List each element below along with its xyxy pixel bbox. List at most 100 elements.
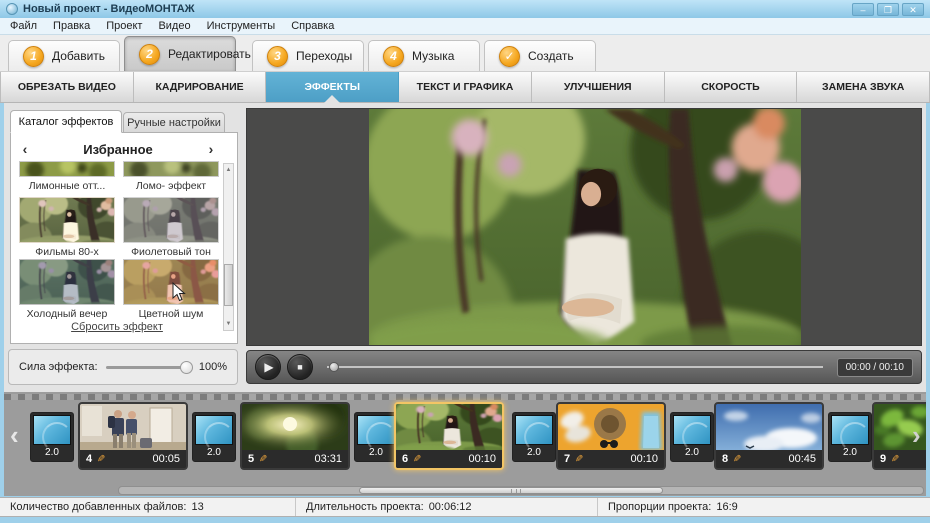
transition-thumb xyxy=(357,415,396,452)
menu-project[interactable]: Проект xyxy=(106,20,142,32)
edit-pencil-icon[interactable]: ✎ xyxy=(259,454,267,465)
step-label-create: Создать xyxy=(528,49,574,63)
step-label-transitions: Переходы xyxy=(296,49,353,63)
edit-subtabs: ОБРЕЗАТЬ ВИДЕО КАДРИРОВАНИЕ ЭФФЕКТЫ ТЕКС… xyxy=(0,72,930,103)
step-badge-3: 3 xyxy=(267,45,288,67)
active-tab-notch xyxy=(324,95,341,103)
step-tab-music[interactable]: 4 Музыка xyxy=(368,40,480,71)
tab-speed[interactable]: СКОРОСТЬ xyxy=(665,72,798,102)
maximize-button[interactable]: ❐ xyxy=(877,2,899,16)
status-aspect-value: 16:9 xyxy=(716,501,738,513)
filmstrip-perforations xyxy=(4,394,926,400)
clip-number: 8 xyxy=(722,453,729,465)
menu-tools[interactable]: Инструменты xyxy=(207,20,276,32)
tab-effects-label: ЭФФЕКТЫ xyxy=(304,81,361,93)
effect-item[interactable]: Фильмы 80-х xyxy=(19,197,115,258)
tab-manual-settings[interactable]: Ручные настройки xyxy=(123,112,225,133)
status-duration-label: Длительность проекта: xyxy=(306,501,424,513)
timeline-clip-7[interactable]: 7 ✎ 00:10 xyxy=(556,402,666,470)
category-title: Избранное xyxy=(83,141,153,157)
edit-pencil-icon[interactable]: ✎ xyxy=(97,454,105,465)
step-label-music: Музыка xyxy=(412,49,455,63)
timeline-clip-8[interactable]: 8 ✎ 00:45 xyxy=(714,402,824,470)
step-tab-create[interactable]: ✓ Создать xyxy=(484,40,596,71)
effects-scrollbar[interactable]: ▲ ▼ xyxy=(223,163,234,331)
menu-edit[interactable]: Правка xyxy=(53,20,90,32)
tab-effects[interactable]: ЭФФЕКТЫ xyxy=(266,72,400,103)
category-next-icon[interactable]: › xyxy=(198,141,224,157)
scrollbar-thumb[interactable] xyxy=(224,264,233,307)
effect-item[interactable]: Ломо- эффект xyxy=(123,161,219,192)
effect-label: Фиолетовый тон xyxy=(131,246,211,258)
tab-audio-replace[interactable]: ЗАМЕНА ЗВУКА xyxy=(797,72,930,102)
category-prev-icon[interactable]: ‹ xyxy=(12,141,38,157)
hscroll-track[interactable] xyxy=(118,486,924,495)
playback-bar: ▶ ■ 00:00 / 00:10 xyxy=(246,350,922,384)
clip-duration: 00:10 xyxy=(468,453,496,465)
clip-number: 7 xyxy=(564,453,571,465)
timeline-clip-5[interactable]: 5 ✎ 03:31 xyxy=(240,402,350,470)
slider-thumb[interactable] xyxy=(179,360,193,374)
effect-strength-label: Сила эффекта: xyxy=(19,361,98,373)
transition-item[interactable]: 2.0 xyxy=(828,412,872,462)
transition-item[interactable]: 2.0 xyxy=(354,412,398,462)
timeline-scroll-right-icon[interactable]: › xyxy=(912,420,921,451)
hscroll-thumb[interactable] xyxy=(359,487,663,494)
seek-track[interactable] xyxy=(327,366,823,368)
tab-effects-catalog[interactable]: Каталог эффектов xyxy=(10,110,122,133)
effect-strength-slider[interactable] xyxy=(105,360,193,374)
seek-slider[interactable] xyxy=(327,360,823,374)
transition-item[interactable]: 2.0 xyxy=(192,412,236,462)
reset-effect-link[interactable]: Сбросить эффект xyxy=(11,321,223,333)
effect-item[interactable]: Фиолетовый тон xyxy=(123,197,219,258)
play-button[interactable]: ▶ xyxy=(255,354,281,380)
effect-item[interactable]: Холодный вечер xyxy=(19,259,115,320)
scroll-up-icon[interactable]: ▲ xyxy=(226,164,232,176)
effect-strength-box: Сила эффекта: 100% xyxy=(8,349,238,385)
stop-button[interactable]: ■ xyxy=(287,354,313,380)
effect-label: Цветной шум xyxy=(138,308,204,320)
minimize-button[interactable]: – xyxy=(852,2,874,16)
tab-trim-video[interactable]: ОБРЕЗАТЬ ВИДЕО xyxy=(0,72,134,102)
transition-item[interactable]: 2.0 xyxy=(512,412,556,462)
clip-number: 5 xyxy=(248,453,255,465)
time-display: 00:00 / 00:10 xyxy=(836,357,913,377)
transition-thumb xyxy=(673,415,712,452)
step-label-add: Добавить xyxy=(52,49,106,63)
edit-pencil-icon[interactable]: ✎ xyxy=(891,454,899,465)
title-bar: Новый проект - ВидеоМОНТАЖ – ❐ ✕ xyxy=(0,0,930,18)
step-tab-add[interactable]: 1 Добавить xyxy=(8,40,120,71)
menu-file[interactable]: Файл xyxy=(10,20,37,32)
step-badge-1: 1 xyxy=(23,45,44,67)
timeline-clip-6-selected[interactable]: 6 ✎ 00:10 xyxy=(394,402,504,470)
status-bar: Количество добавленных файлов: 13 Длител… xyxy=(0,497,930,517)
transition-item[interactable]: 2.0 xyxy=(670,412,714,462)
edit-pencil-icon[interactable]: ✎ xyxy=(575,454,583,465)
step-tab-transitions[interactable]: 3 Переходы xyxy=(252,40,364,71)
video-preview xyxy=(246,108,922,346)
step-badge-check: ✓ xyxy=(499,45,520,67)
effect-item[interactable]: Цветной шум xyxy=(123,259,219,320)
menu-video[interactable]: Видео xyxy=(158,20,190,32)
tab-text-graphics[interactable]: ТЕКСТ И ГРАФИКА xyxy=(399,72,532,102)
transition-item[interactable]: 2.0 xyxy=(30,412,74,462)
edit-pencil-icon[interactable]: ✎ xyxy=(733,454,741,465)
hscroll-grip xyxy=(511,489,521,493)
tab-enhancements[interactable]: УЛУЧШЕНИЯ xyxy=(532,72,665,102)
step-tab-edit[interactable]: 2 Редактировать xyxy=(124,36,251,71)
menu-help[interactable]: Справка xyxy=(291,20,334,32)
effects-catalog-panel: ‹ Избранное › Лимонные отт... Ломо- эффе… xyxy=(10,132,238,344)
close-button[interactable]: ✕ xyxy=(902,2,924,16)
step-badge-2: 2 xyxy=(139,43,160,65)
transition-thumb xyxy=(195,415,234,452)
timeline-hscrollbar xyxy=(4,485,926,496)
tab-crop[interactable]: КАДРИРОВАНИЕ xyxy=(134,72,267,102)
timeline-scroll-left-icon[interactable]: ‹ xyxy=(10,420,19,451)
timeline-clip-4[interactable]: 4 ✎ 00:05 xyxy=(78,402,188,470)
menu-bar: Файл Правка Проект Видео Инструменты Спр… xyxy=(0,18,930,35)
effect-label: Холодный вечер xyxy=(26,308,108,320)
edit-pencil-icon[interactable]: ✎ xyxy=(413,454,421,465)
effect-item[interactable]: Лимонные отт... xyxy=(19,161,115,192)
seek-thumb[interactable] xyxy=(329,362,339,372)
scroll-down-icon[interactable]: ▼ xyxy=(226,318,232,330)
